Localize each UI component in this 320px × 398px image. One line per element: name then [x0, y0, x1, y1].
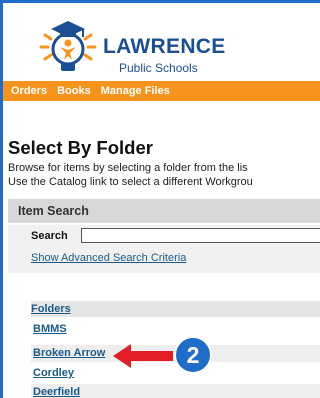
search-input[interactable]	[81, 228, 320, 243]
graduation-lightbulb-icon	[39, 21, 97, 71]
nav-orders[interactable]: Orders	[11, 85, 47, 97]
step-annotation: 2	[113, 336, 212, 374]
nav-books[interactable]: Books	[57, 85, 91, 97]
search-label: Search	[31, 230, 68, 242]
show-advanced-search-link[interactable]: Show Advanced Search Criteria	[31, 252, 186, 264]
step-number: 2	[187, 342, 200, 368]
folder-row: Deerfield	[31, 384, 320, 398]
district-logo[interactable]: LAWRENCE Public Schools	[33, 13, 293, 75]
description-line-1: Browse for items by selecting a folder f…	[8, 162, 248, 174]
folder-link-bmms[interactable]: BMMS	[33, 323, 67, 335]
folders-header-link[interactable]: Folders	[31, 303, 71, 315]
red-arrow-icon	[113, 344, 173, 368]
folder-link-broken-arrow[interactable]: Broken Arrow	[33, 347, 105, 359]
folders-header	[31, 301, 320, 317]
logo-subtitle: Public Schools	[119, 61, 198, 75]
item-search-header: Item Search	[8, 199, 320, 223]
description-line-2: Use the Catalog link to select a differe…	[8, 176, 253, 188]
folder-link-deerfield[interactable]: Deerfield	[33, 386, 80, 398]
folder-link-cordley[interactable]: Cordley	[33, 367, 74, 379]
nav-manage-files[interactable]: Manage Files	[101, 85, 170, 97]
logo-title: LAWRENCE	[103, 35, 226, 58]
step-badge: 2	[174, 336, 212, 374]
page-title: Select By Folder	[8, 137, 153, 158]
main-nav: Orders Books Manage Files	[3, 81, 320, 101]
page-frame: LAWRENCE Public Schools Orders Books Man…	[0, 0, 320, 398]
page-description: Browse for items by selecting a folder f…	[8, 161, 320, 189]
